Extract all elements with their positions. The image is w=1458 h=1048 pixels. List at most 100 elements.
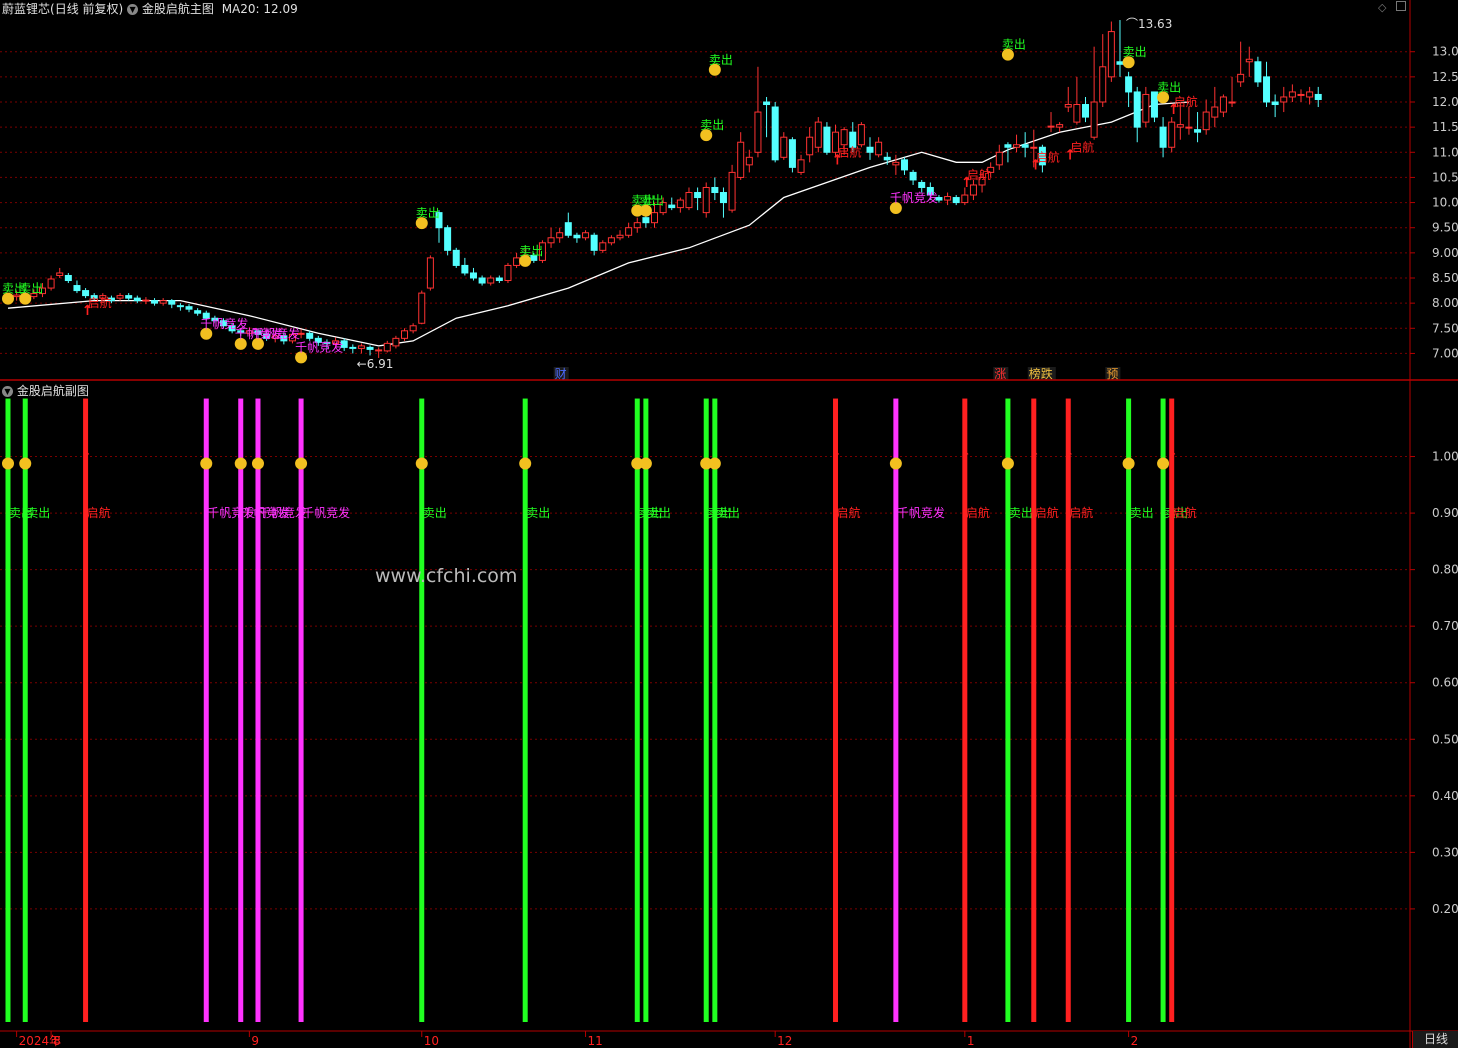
sub-face-icon (2, 457, 14, 470)
sub-indicator-dropdown-icon[interactable]: ▼ (2, 386, 13, 397)
candle-body (763, 101, 771, 106)
sell-signal-label: 卖出 (416, 206, 440, 220)
start-signal-label: 启航 (88, 295, 112, 310)
candle-body (461, 264, 469, 274)
sub-signal-label: 启航 (837, 505, 861, 520)
candle-body (513, 257, 521, 266)
candle-body (306, 332, 314, 339)
high-price-label: ⌒13.63 (1126, 17, 1172, 31)
sub-tick-label: 0.70 (1432, 619, 1458, 633)
sub-tick-label: 0.60 (1432, 676, 1458, 690)
candle-body (745, 156, 753, 166)
candle-body (1142, 93, 1150, 123)
price-tick-label: 9.00 (1432, 246, 1458, 260)
signal-bar (833, 398, 839, 1023)
candle-body (1064, 104, 1072, 108)
sell-signal-label: 卖出 (1123, 45, 1147, 59)
event-badge-label: 预 (1106, 367, 1118, 381)
sub-face-icon (415, 457, 428, 470)
candle-body (1004, 144, 1012, 148)
sub-face-icon (519, 457, 532, 470)
candle-body (909, 171, 917, 181)
candle-body (1228, 101, 1236, 104)
main-indicator-name[interactable]: 金股启航主图 (142, 2, 214, 16)
candle-body (1237, 73, 1245, 83)
candle-body (82, 290, 90, 297)
period-button[interactable]: 日线 (1412, 1031, 1458, 1048)
start-signal-label: 启航 (1036, 149, 1060, 164)
candle-body (375, 349, 383, 352)
candle-body (366, 346, 374, 350)
candle-body (1082, 104, 1089, 118)
sell-signal-label: 卖出 (700, 118, 724, 132)
time-tick-label: 10 (424, 1034, 439, 1048)
sub-signal-label: 卖出 (526, 506, 550, 520)
candle-body (883, 156, 891, 161)
price-tick-label: 8.50 (1432, 271, 1458, 285)
candle-body (1159, 126, 1167, 148)
period-label: (日线 前复权) (50, 2, 124, 16)
sub-tick-label: 0.30 (1432, 845, 1458, 859)
sell-signal-label: 卖出 (1157, 80, 1181, 94)
candle-body (185, 306, 193, 310)
indicator-dropdown-icon[interactable]: ▼ (127, 4, 139, 15)
sub-header: ▼ 金股启航副图 (2, 382, 89, 399)
candle-body (168, 300, 176, 305)
candle-body (504, 264, 512, 282)
price-tick-label: 12.00 (1432, 95, 1458, 109)
start-signal-label: 启航 (1174, 94, 1198, 109)
start-signal-label: 启航 (967, 167, 991, 182)
sub-indicator-name[interactable]: 金股启航副图 (17, 384, 89, 398)
candle-body (857, 124, 865, 146)
sub-start-arrow-icon: ↑ (1030, 450, 1040, 464)
candle-body (1107, 31, 1115, 78)
diamond-icon[interactable]: ◇ (1378, 1, 1386, 14)
candle-body (73, 285, 81, 292)
candle-body (995, 151, 1003, 166)
watermark: www.cfchi.com (375, 565, 518, 587)
candle-body (771, 106, 779, 161)
sub-signal-label: 卖出 (26, 506, 50, 520)
candle-body (469, 272, 477, 279)
candle-body (1297, 93, 1305, 96)
sell-signal-label: 卖出 (19, 282, 43, 296)
candle-body (1150, 91, 1158, 118)
time-tick-label: 2 (1131, 1034, 1139, 1048)
event-badge-label: 涨 (994, 366, 1006, 381)
candle-body (788, 139, 796, 168)
signal-bar (1031, 398, 1037, 1023)
candle-body (1219, 96, 1227, 113)
candle-body (1013, 144, 1021, 148)
candle-body (719, 192, 727, 204)
candle-body (590, 234, 598, 251)
candle-body (1288, 91, 1296, 98)
sub-face-icon (234, 457, 247, 470)
candle-body (616, 234, 624, 239)
sub-chart-layer: 卖出卖出↑启航 千帆竞发千帆竞发千帆竞发千帆竞发 卖出 卖出 卖出卖出 卖出卖出↑启航 千帆… (2, 398, 1197, 1023)
candle-body (151, 300, 159, 304)
candle-body (668, 204, 676, 209)
candle-body (116, 295, 124, 299)
candle-body (125, 295, 133, 299)
signal-bar (1169, 398, 1175, 1023)
signal-bar (703, 398, 709, 1023)
time-tick-label: 8 (53, 1034, 61, 1048)
candle-body (918, 181, 926, 188)
signal-bar (634, 398, 640, 1023)
candle-body (823, 126, 831, 153)
price-tick-label: 11.00 (1432, 145, 1458, 159)
sub-signal-label: 千帆竞发 (302, 505, 350, 520)
axis-layer: 13.0012.5012.0011.5011.0010.5010.009.509… (0, 0, 1458, 1048)
candle-body (1314, 93, 1322, 100)
start-signal-label: 启航 (1070, 139, 1094, 154)
candle-body (573, 234, 581, 239)
sell-signal-label: 卖出 (519, 244, 543, 258)
candle-body (780, 136, 788, 158)
candle-body (797, 159, 805, 173)
sell-signal-label: 卖出 (709, 53, 733, 67)
main-chart-layer: ⌒13.63←6.91卖出卖出↑启航千帆竞发千帆竞发千帆竞发千帆竞发卖出卖出卖出… (2, 17, 1322, 381)
restore-icon[interactable] (1395, 1, 1406, 11)
price-tick-label: 12.50 (1432, 70, 1458, 84)
stock-name[interactable]: 蔚蓝锂芯 (2, 2, 50, 16)
candle-body (866, 146, 874, 153)
